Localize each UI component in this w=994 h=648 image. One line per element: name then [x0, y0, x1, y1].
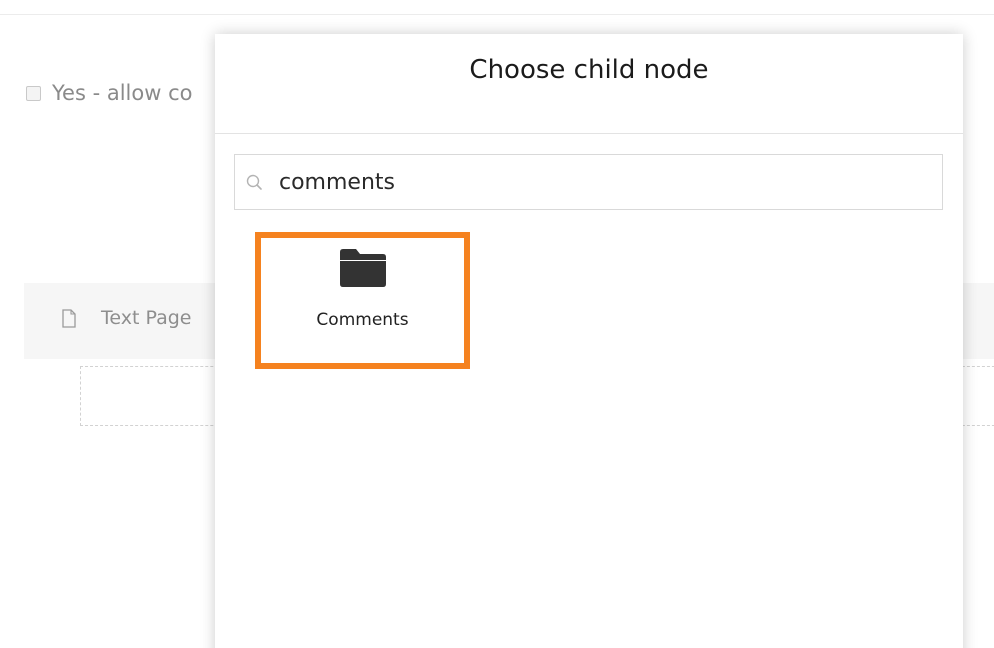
dialog-header: Choose child node: [215, 34, 963, 134]
results-list: Comments: [255, 232, 470, 369]
result-item-comments[interactable]: Comments: [255, 232, 470, 369]
allow-checkbox-label: Yes - allow co: [52, 81, 193, 105]
search-box[interactable]: [234, 154, 943, 210]
allow-checkbox-row[interactable]: Yes - allow co: [26, 78, 192, 108]
page: Yes - allow co Text Page Choose child no…: [0, 0, 994, 648]
allow-checkbox[interactable]: [26, 85, 41, 101]
search-icon: [246, 174, 262, 190]
choose-child-node-dialog: Choose child node Comments: [215, 34, 963, 648]
search-input[interactable]: [279, 169, 879, 195]
content-type-row-inner: Text Page: [62, 307, 191, 329]
content-type-label: Text Page: [101, 307, 192, 329]
dialog-title: Choose child node: [469, 54, 709, 85]
folder-icon: [339, 249, 386, 287]
top-divider: [0, 14, 994, 15]
result-label: Comments: [316, 310, 409, 330]
document-icon: [62, 308, 76, 328]
